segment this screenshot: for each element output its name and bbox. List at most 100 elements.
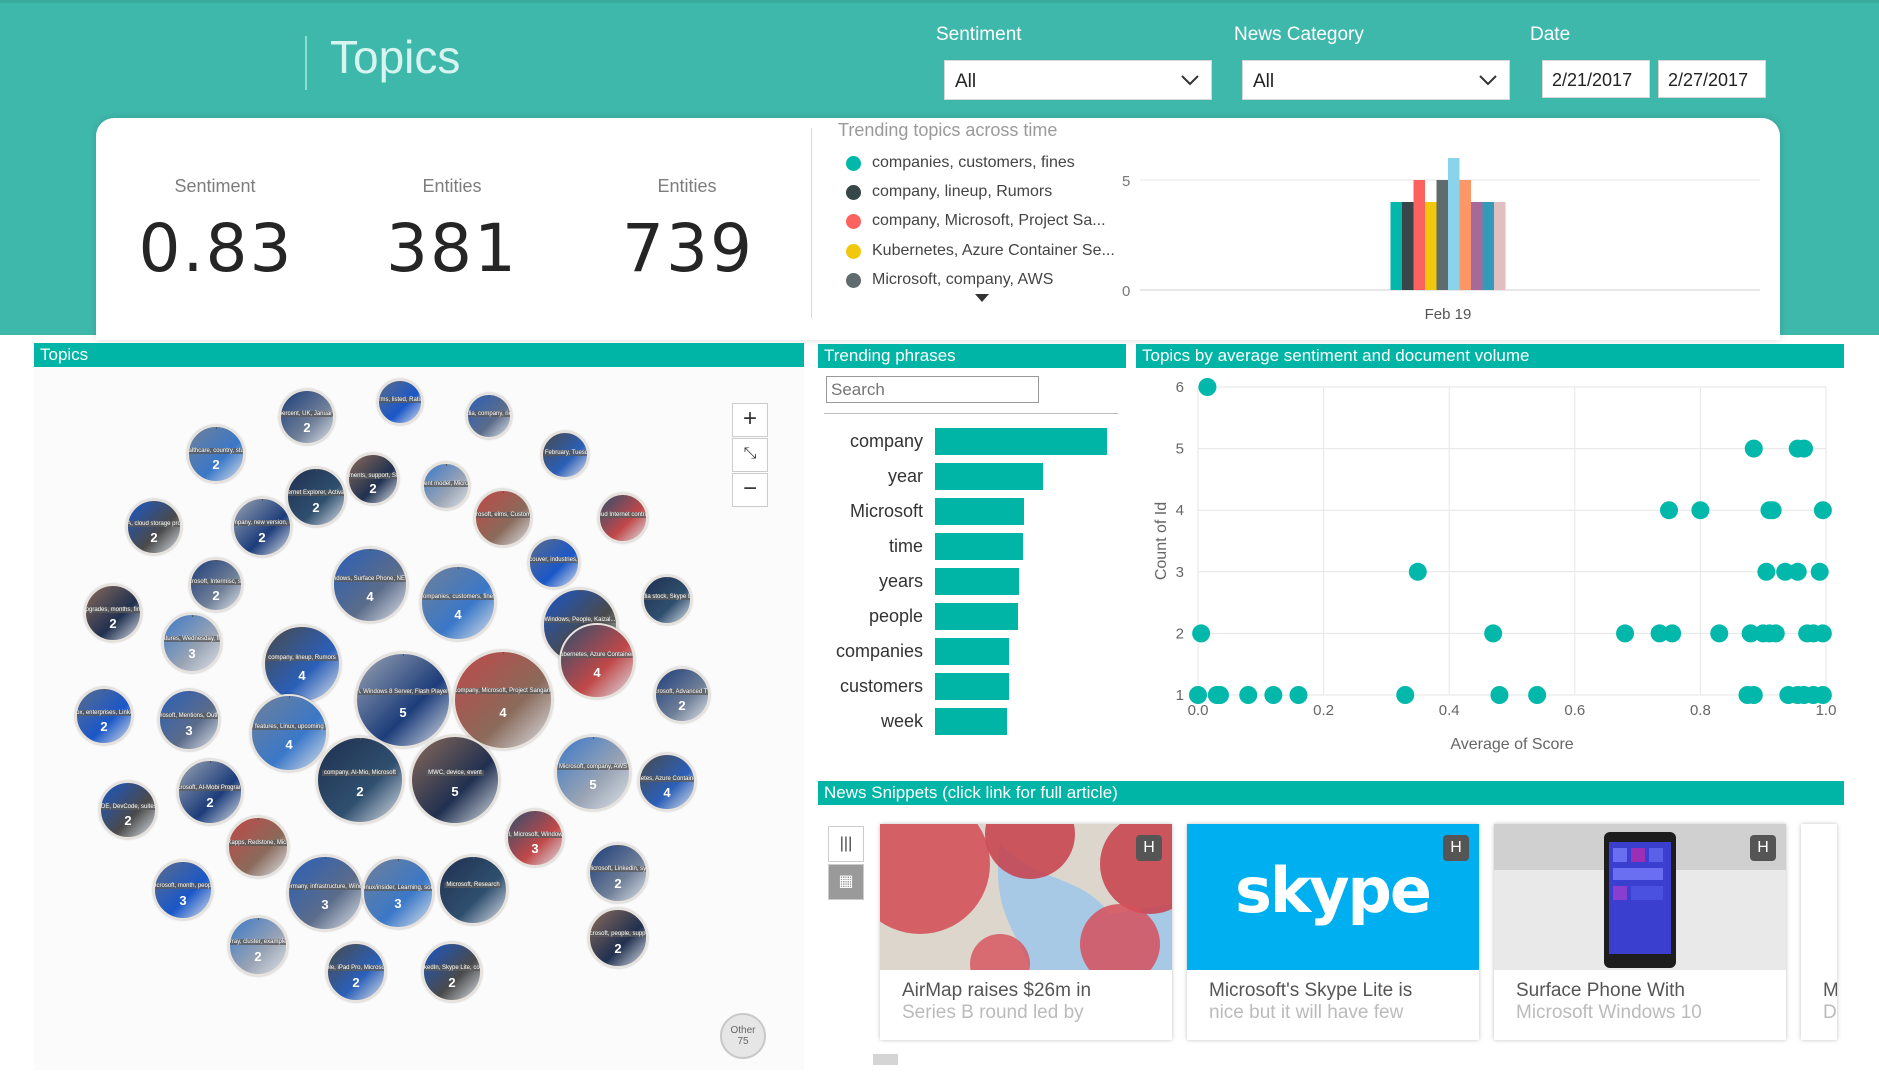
topic-bubble[interactable]: Microsoft, elms, Customers: [474, 489, 532, 547]
topic-bubble[interactable]: X-box, enterprises, Linkedin 2: [75, 687, 133, 745]
topic-bubble[interactable]: company, AI-Mio, Microsoft 2: [316, 736, 404, 824]
topic-bubble[interactable]: company, new version, o... 2: [232, 497, 292, 557]
phrase-label: time: [888, 536, 923, 556]
topic-bubble[interactable]: Microsoft, month, people 3: [153, 860, 213, 920]
topic-count: 2: [356, 784, 364, 800]
y-tick-label: 1: [1176, 687, 1184, 704]
topic-bubble[interactable]: upgrades, months, firm 2: [84, 584, 142, 642]
topic-bubble[interactable]: LinkedIn, Skype Lite, cou... 2: [422, 942, 482, 1002]
news-card[interactable]: M D: [1801, 824, 1837, 1040]
topic-caption: Linux/insider, Learning, sold: [364, 884, 432, 891]
news-card[interactable]: H Surface Phone With Microsoft Windows 1…: [1494, 824, 1786, 1040]
topic-bubble[interactable]: new features, Linux, upcoming W... 4: [250, 694, 328, 772]
chevron-down-icon: [1479, 75, 1497, 86]
x-tick-label: 0.2: [1313, 702, 1334, 719]
topic-bubble[interactable]: documents, support, Skyp...2: [347, 453, 399, 505]
trend-bar: [1436, 180, 1448, 290]
topic-count: 3: [394, 896, 402, 912]
date-start-input[interactable]: 2/21/2017: [1542, 60, 1650, 98]
topic-bubble[interactable]: current model, Microsoft: [422, 462, 470, 510]
topic-caption: new features, Linux, upcoming W...: [252, 724, 326, 731]
topic-bubble[interactable]: fix, February, Tuesday: [541, 431, 589, 479]
news-card-title: M: [1823, 980, 1837, 1001]
zoom-in-button[interactable]: +: [732, 403, 768, 437]
topic-bubble[interactable]: IDE, DevCode, suites 2: [99, 781, 157, 839]
phrase-search-input[interactable]: [826, 376, 1039, 403]
topic-bubble[interactable]: Germany, infrastructure, Wind... 3: [287, 855, 363, 931]
fit-screen-button[interactable]: ⤡: [732, 438, 768, 472]
phrase-bar[interactable]: [935, 498, 1025, 525]
topic-bubble[interactable]: cloud Internet contract: [598, 493, 648, 543]
topic-bubble[interactable]: month, Windows 8 Server, Flash Player, p…: [355, 652, 451, 748]
topic-bubble[interactable]: Microsoft, Mentions, Outlook 3: [158, 689, 220, 751]
topic-bubble[interactable]: Kubernetes, Azure Container... 4: [559, 623, 635, 699]
topic-bubble[interactable]: Apple, iPad Pro, Microsoft... 2: [326, 942, 386, 1002]
topic-bubble[interactable]: Windows, Surface Phone, NEON 4: [332, 547, 408, 623]
phrase-bar[interactable]: [935, 568, 1020, 595]
sentiment-dropdown[interactable]: All: [944, 60, 1212, 100]
topic-bubble[interactable]: forms, listed, Rating: [377, 379, 423, 425]
topic-bubble[interactable]: healthcare, country, study 2: [187, 425, 245, 483]
legend-item[interactable]: company, lineup, Rumors: [846, 183, 1052, 201]
topic-caption: company, AI-Mio, Microsoft: [322, 769, 398, 776]
topic-bubble[interactable]: CMA, cloud storage provi... 2: [126, 499, 182, 555]
topic-bubble[interactable]: company, Microsoft, Project Sangam 4: [453, 650, 553, 750]
topic-bubble[interactable]: Linux/insider, Learning, sold 3: [362, 857, 434, 929]
phrase-label: year: [887, 466, 923, 486]
topic-bubble[interactable]: Internet Explorer, Activat... 2: [286, 467, 346, 527]
topic-bubble[interactable]: Microsoft, people, support 2: [588, 908, 648, 968]
phrase-bar[interactable]: [935, 673, 1009, 700]
topic-bubble[interactable]: Microsoft, Advanced Th... 2: [654, 667, 710, 723]
phrase-bar[interactable]: [935, 533, 1023, 560]
topic-caption: MWC, device, event: [426, 769, 484, 776]
other-count: 75: [737, 1036, 749, 1047]
list-view-icon[interactable]: |||: [828, 826, 864, 862]
topic-bubble[interactable]: percent, UK, January 2: [279, 389, 335, 445]
x-tick-label: 0.4: [1439, 702, 1460, 719]
trend-bar: [1482, 202, 1494, 290]
topic-bubble[interactable]: array, cluster, examples 2: [228, 916, 288, 976]
legend-item[interactable]: company, Microsoft, Project Sa...: [846, 212, 1106, 230]
phrase-bar[interactable]: [935, 428, 1107, 455]
date-end-input[interactable]: 2/27/2017: [1658, 60, 1766, 98]
topic-bubble[interactable]: Microsoft, Research: [438, 855, 508, 925]
topic-bubble[interactable]: Microsoft, Linkedin, sys 2: [588, 843, 648, 903]
news-card[interactable]: skype H Microsoft's Skype Lite is nice b…: [1187, 824, 1479, 1040]
legend-item[interactable]: Kubernetes, Azure Container Se...: [846, 242, 1115, 260]
topic-bubble[interactable]: India, company, new: [466, 393, 512, 439]
phrase-bar[interactable]: [935, 638, 1009, 665]
topic-bubble[interactable]: company, lineup, Rumors 4: [263, 625, 341, 703]
topic-bubble[interactable]: Vancouver, industries, el...: [528, 537, 580, 589]
news-category-dropdown-value: All: [1253, 71, 1275, 92]
legend-item[interactable]: Microsoft, company, AWS: [846, 271, 1053, 289]
legend-scroll-down-icon[interactable]: [975, 294, 989, 302]
snippets-scrollbar[interactable]: [873, 1054, 898, 1065]
topic-bubble[interactable]: Kubernetes, Azure Container Se... 4: [638, 753, 696, 811]
topic-bubble[interactable]: Microsoft, Intermisc, se... 2: [189, 558, 243, 612]
topic-bubble[interactable]: XBOXapps, Redstone, Microsoft: [227, 816, 289, 878]
grid-view-icon[interactable]: ▦: [828, 864, 864, 900]
phrase-bar[interactable]: [935, 708, 1008, 735]
legend-dot-icon: [846, 155, 861, 171]
kpi-entities-2-value: 739: [622, 210, 754, 287]
phrase-bar[interactable]: [935, 463, 1044, 490]
topic-bubble[interactable]: MWC, device, event 5: [410, 735, 500, 825]
news-category-dropdown[interactable]: All: [1242, 60, 1510, 100]
topic-caption: LinkedIn, Skype Lite, cou...: [424, 965, 480, 972]
phrase-bar[interactable]: [935, 603, 1018, 630]
topic-bubble[interactable]: companies, customers, fines 4: [420, 565, 496, 641]
news-card[interactable]: H AirMap raises $26m in Series B round l…: [880, 824, 1172, 1040]
title-divider: [305, 36, 307, 90]
y-tick-label: 2: [1176, 625, 1184, 642]
topic-bubble[interactable]: Microsoft, AI-Mobi Program... 2: [177, 759, 243, 825]
zoom-out-button[interactable]: −: [732, 473, 768, 507]
topic-caption: IDE, DevCode, suites: [99, 803, 157, 810]
topic-bubble[interactable]: AI, Microsoft, Windows 3: [506, 809, 564, 867]
topic-bubble[interactable]: India stock, Skype L...: [642, 575, 692, 625]
other-topics-bubble[interactable]: Other 75: [720, 1013, 766, 1059]
legend-item[interactable]: companies, customers, fines: [846, 154, 1075, 172]
topic-count: 2: [448, 974, 456, 990]
topic-bubble[interactable]: Microsoft, company, AWS 5: [555, 735, 631, 811]
topic-bubble[interactable]: features, Wednesday, firm 3: [162, 613, 222, 673]
scatter-point: [1198, 378, 1217, 396]
